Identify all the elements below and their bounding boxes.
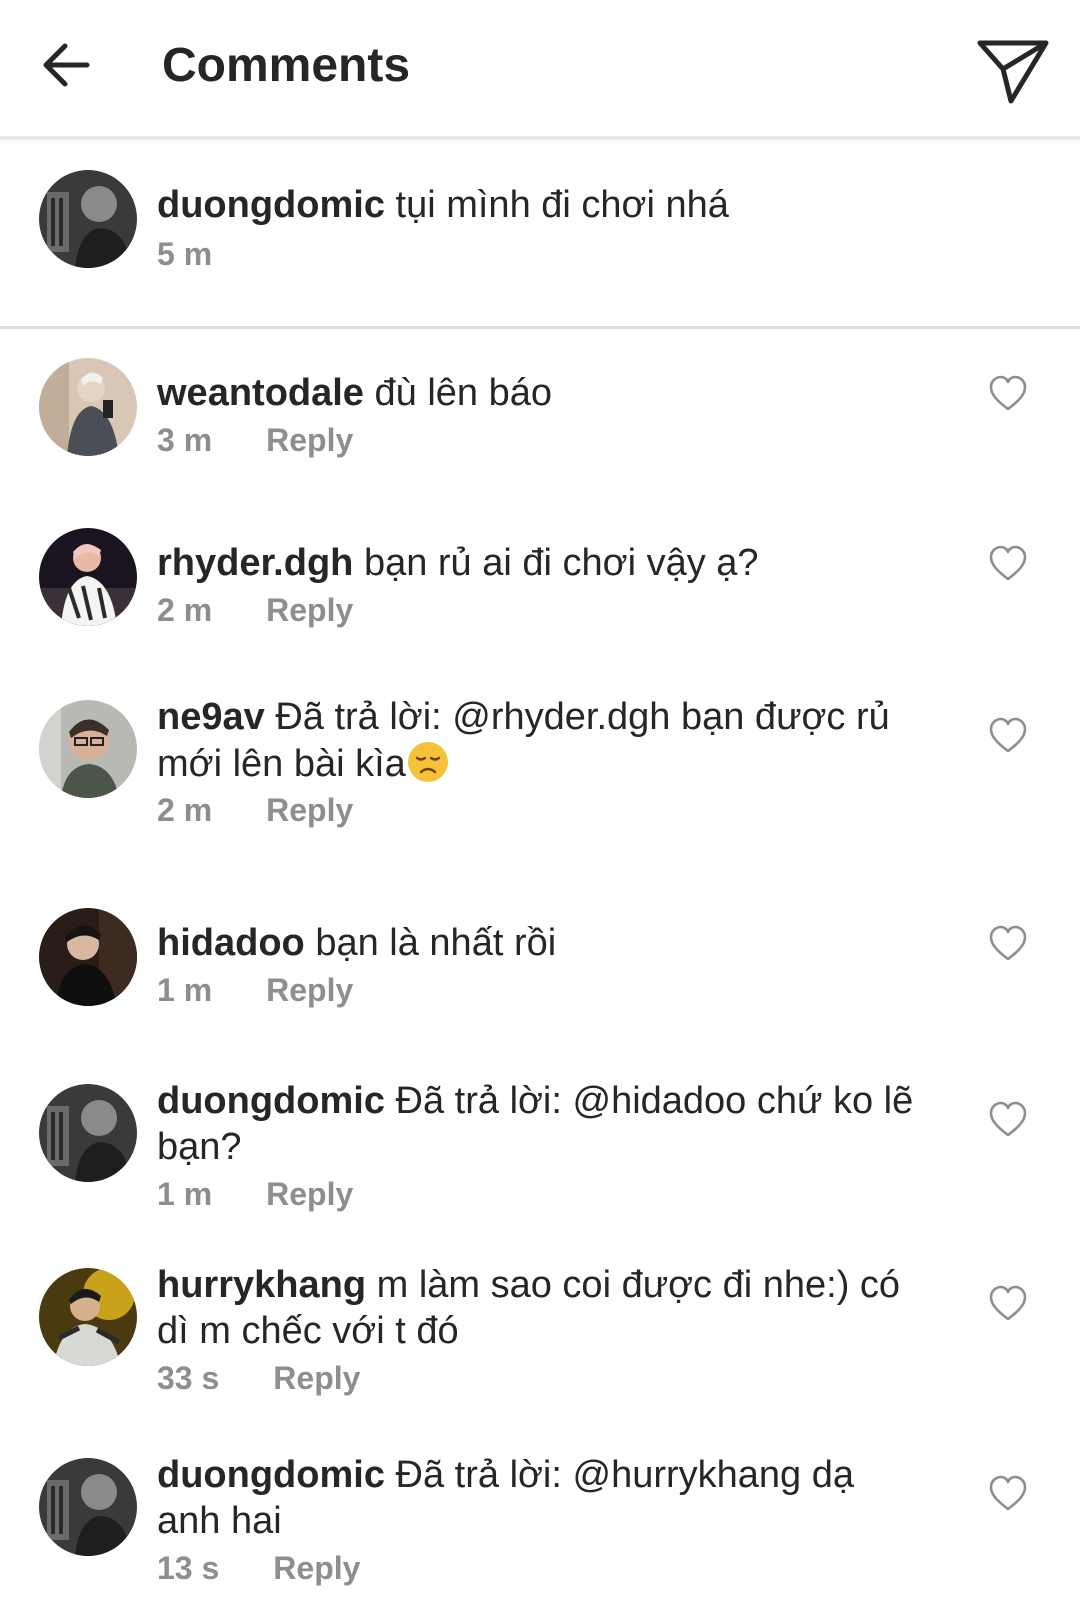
comment-text: rhyder.dgh bạn rủ ai đi chơi vậy ạ? <box>157 540 927 586</box>
heart-icon[interactable] <box>988 1474 1028 1514</box>
share-button[interactable] <box>972 28 1054 110</box>
timestamp: 3 m <box>157 422 213 458</box>
comment-text: hurrykhang m làm sao coi được đi nhe:) c… <box>157 1262 927 1354</box>
username[interactable]: duongdomic <box>157 184 385 226</box>
comment-body: Đã trả lời: @rhyder.dgh bạn được rủ mới … <box>157 696 890 785</box>
timestamp: 33 s <box>157 1360 220 1396</box>
timestamp: 2 m <box>157 592 213 628</box>
paper-plane-icon <box>977 40 1049 104</box>
comment-meta: 2 m Reply <box>157 590 353 630</box>
reply-button[interactable]: Reply <box>273 1360 360 1396</box>
reply-button[interactable]: Reply <box>266 1176 353 1212</box>
avatar[interactable] <box>39 170 137 268</box>
heart-icon[interactable] <box>988 924 1028 964</box>
divider <box>0 326 1080 329</box>
username[interactable]: hidadoo <box>157 922 305 964</box>
comment-body: đù lên báo <box>374 372 553 414</box>
caption-text: duongdomic tụi mình đi chơi nhá <box>157 182 927 228</box>
username[interactable]: duongdomic <box>157 1454 385 1496</box>
comment-text: duongdomic Đã trả lời: @hidadoo chứ ko l… <box>157 1078 927 1170</box>
comment-text: hidadoo bạn là nhất rồi <box>157 920 927 966</box>
timestamp: 1 m <box>157 972 213 1008</box>
reply-button[interactable]: Reply <box>266 792 353 828</box>
comment-body: bạn rủ ai đi chơi vậy ạ? <box>363 542 759 584</box>
username[interactable]: rhyder.dgh <box>157 542 353 584</box>
heart-icon[interactable] <box>988 544 1028 584</box>
comment-meta: 33 s Reply <box>157 1358 360 1398</box>
timestamp: 1 m <box>157 1176 213 1212</box>
avatar[interactable] <box>39 908 137 1006</box>
username[interactable]: hurrykhang <box>157 1264 366 1306</box>
comment-text: ne9av Đã trả lời: @rhyder.dgh bạn được r… <box>157 694 927 787</box>
comment-meta: 1 m Reply <box>157 970 353 1010</box>
avatar[interactable] <box>39 1458 137 1556</box>
timestamp: 13 s <box>157 1550 220 1586</box>
comment-meta: 2 m Reply <box>157 790 353 830</box>
top-bar: Comments <box>0 0 1080 139</box>
username[interactable]: ne9av <box>157 696 265 738</box>
heart-icon[interactable] <box>988 374 1028 414</box>
back-button[interactable] <box>30 30 100 100</box>
avatar[interactable] <box>39 528 137 626</box>
comment-body: tụi mình đi chơi nhá <box>395 184 729 226</box>
reply-button[interactable]: Reply <box>266 972 353 1008</box>
timestamp: 2 m <box>157 792 213 828</box>
heart-icon[interactable] <box>988 716 1028 756</box>
comment-meta: 1 m Reply <box>157 1174 353 1214</box>
reply-button[interactable]: Reply <box>266 592 353 628</box>
page-title: Comments <box>162 39 411 92</box>
avatar[interactable] <box>39 1084 137 1182</box>
comment-text: weantodale đù lên báo <box>157 370 927 416</box>
comment-body: bạn là nhất rồi <box>315 922 557 964</box>
comment-meta: 13 s Reply <box>157 1548 360 1588</box>
username[interactable]: duongdomic <box>157 1080 385 1122</box>
caption-meta: 5 m <box>157 234 212 274</box>
reply-button[interactable]: Reply <box>266 422 353 458</box>
comment-meta: 3 m Reply <box>157 420 353 460</box>
reply-button[interactable]: Reply <box>273 1550 360 1586</box>
avatar[interactable] <box>39 358 137 456</box>
comment-text: duongdomic Đã trả lời: @hurrykhang dạ an… <box>157 1452 927 1544</box>
avatar[interactable] <box>39 1268 137 1366</box>
heart-icon[interactable] <box>988 1284 1028 1324</box>
arrow-left-icon <box>43 43 90 87</box>
disappointed-face-emoji <box>407 742 448 782</box>
timestamp: 5 m <box>157 236 213 272</box>
username[interactable]: weantodale <box>157 372 364 414</box>
avatar[interactable] <box>39 700 137 798</box>
heart-icon[interactable] <box>988 1100 1028 1140</box>
